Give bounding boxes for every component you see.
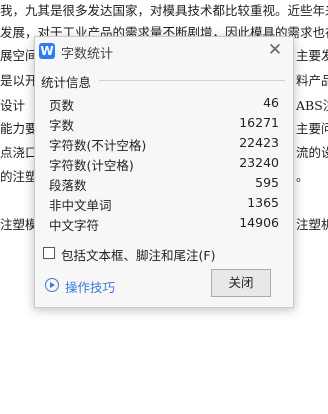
stat-label: 非中文单词 (49, 198, 112, 213)
doc-line: 点浇口 (0, 145, 34, 160)
stat-value: 16271 (239, 115, 279, 130)
stat-label: 字数 (49, 118, 75, 133)
doc-line: 注塑模 (0, 217, 34, 232)
dialog-title: 字数统计 (61, 47, 114, 62)
close-button[interactable]: 关闭 (211, 269, 271, 297)
stat-value: 23240 (239, 155, 279, 170)
doc-line: 能力要 (0, 121, 34, 136)
stat-row-words: 字数 16271 (49, 115, 279, 133)
stat-label: 字符数(不计空格) (49, 138, 147, 153)
stat-row-pages: 页数 46 (49, 95, 279, 113)
doc-line: 料产品 (296, 73, 328, 88)
doc-line: 的注塑 (0, 169, 34, 184)
stat-row-chars-no-spaces: 字符数(不计空格) 22423 (49, 135, 279, 153)
doc-line: 注塑机 (296, 217, 328, 232)
section-label: 统计信息 (41, 72, 95, 91)
checkbox-label[interactable]: 包括文本框、脚注和尾注(F) (61, 245, 215, 264)
doc-line: ABS注 (296, 98, 328, 113)
word-count-dialog: W 字数统计 ✕ 统计信息 页数 46 字数 16271 字符数(不计空格) 2… (34, 36, 294, 308)
stat-label: 字符数(计空格) (49, 158, 134, 173)
doc-line: 主要发 (296, 48, 328, 63)
doc-line: 。 (296, 169, 309, 184)
stat-value: 22423 (239, 135, 279, 150)
doc-line: 是以开 (0, 73, 34, 88)
play-circle-icon[interactable] (45, 278, 59, 292)
checkbox-box[interactable] (43, 247, 55, 259)
stat-value: 46 (263, 95, 279, 110)
doc-line: 主要问 (296, 121, 328, 136)
stat-label: 页数 (49, 98, 75, 113)
doc-line: 我，九其是很多发达国家，对模具技术都比较重视。近些年来 (0, 3, 328, 18)
close-icon[interactable]: ✕ (265, 40, 285, 60)
stat-value: 1365 (247, 195, 279, 210)
section-divider (99, 80, 285, 81)
stat-row-chinese-chars: 中文字符 14906 (49, 215, 279, 233)
doc-line: 流的设 (296, 145, 328, 160)
stat-value: 595 (255, 175, 279, 190)
doc-line: 展空间 (0, 48, 34, 63)
stat-row-paragraphs: 段落数 595 (49, 175, 279, 193)
stat-row-non-chinese-words: 非中文单词 1365 (49, 195, 279, 213)
dialog-titlebar[interactable]: W 字数统计 ✕ (35, 37, 293, 67)
doc-line: 设计 (0, 98, 26, 113)
stat-value: 14906 (239, 215, 279, 230)
tips-label[interactable]: 操作技巧 (65, 277, 115, 296)
stat-label: 段落数 (49, 178, 87, 193)
stat-row-chars-with-spaces: 字符数(计空格) 23240 (49, 155, 279, 173)
wps-writer-icon: W (39, 43, 55, 59)
stat-label: 中文字符 (49, 218, 100, 233)
